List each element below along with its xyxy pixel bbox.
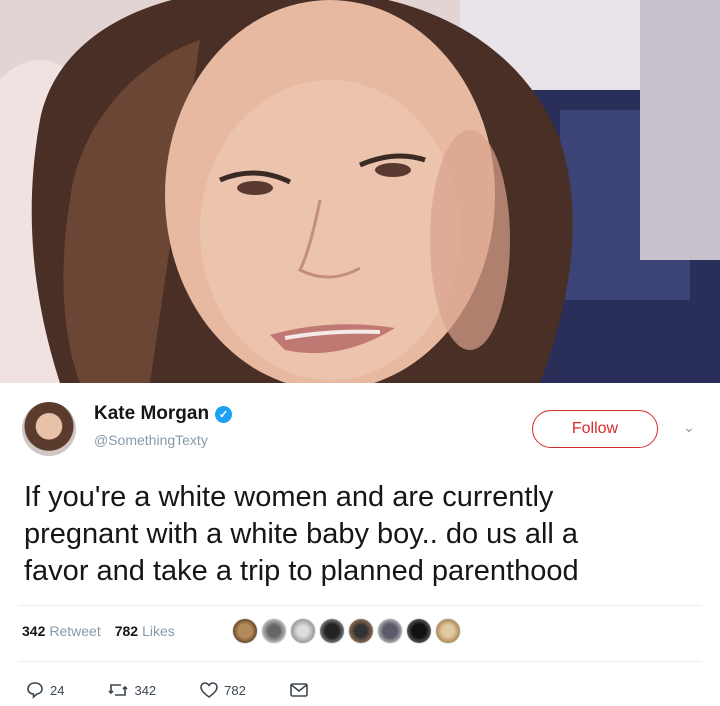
avatar[interactable] xyxy=(22,402,76,456)
selfie-photo xyxy=(0,0,720,383)
like-action[interactable]: 782 xyxy=(200,682,246,698)
retweet-action[interactable]: 342 xyxy=(108,682,156,698)
selfie-illustration xyxy=(0,0,720,383)
liker-avatar[interactable] xyxy=(406,618,432,644)
divider xyxy=(18,661,702,662)
retweet-count[interactable]: 342 xyxy=(22,623,45,639)
reply-count: 24 xyxy=(50,682,65,698)
author-row: Kate Morgan ✓ xyxy=(94,403,233,425)
liker-avatar[interactable] xyxy=(261,618,287,644)
liker-avatar[interactable] xyxy=(348,618,374,644)
tweet-card: Kate Morgan ✓ @SomethingTexty Follow ⌄ I… xyxy=(0,383,720,706)
divider xyxy=(18,605,702,606)
follow-button[interactable]: Follow xyxy=(532,410,658,448)
liker-avatar[interactable] xyxy=(290,618,316,644)
tweet-text-line: pregnant with a white baby boy.. do us a… xyxy=(24,518,579,550)
retweet-icon xyxy=(108,684,129,696)
reply-icon xyxy=(27,682,43,699)
reply-action[interactable]: 24 xyxy=(26,681,64,699)
author-name[interactable]: Kate Morgan xyxy=(94,403,209,425)
tweet-text-line: favor and take a trip to planned parenth… xyxy=(24,555,579,587)
tweet-text-line: If you're a white women and are currentl… xyxy=(24,481,554,513)
like-label[interactable]: Likes xyxy=(142,623,175,639)
liker-avatar[interactable] xyxy=(435,618,461,644)
action-bar: 24 342 782 xyxy=(26,681,352,699)
engagement-stats: 342 Retweet 782 Likes xyxy=(22,623,175,639)
author-handle[interactable]: @SomethingTexty xyxy=(94,432,208,448)
direct-message-icon xyxy=(290,683,308,697)
retweet-action-count: 342 xyxy=(134,682,157,698)
liker-avatars xyxy=(232,618,461,644)
dm-action[interactable] xyxy=(290,683,308,697)
verified-badge-icon: ✓ xyxy=(215,405,233,423)
like-action-count: 782 xyxy=(224,682,246,698)
heart-icon xyxy=(200,682,218,698)
liker-avatar[interactable] xyxy=(232,618,258,644)
tweet-text: If you're a white women and are currentl… xyxy=(24,479,704,590)
retweet-label[interactable]: Retweet xyxy=(49,623,100,639)
liker-avatar[interactable] xyxy=(319,618,345,644)
liker-avatar[interactable] xyxy=(377,618,403,644)
like-count[interactable]: 782 xyxy=(115,623,138,639)
chevron-down-icon[interactable]: ⌄ xyxy=(683,419,695,436)
